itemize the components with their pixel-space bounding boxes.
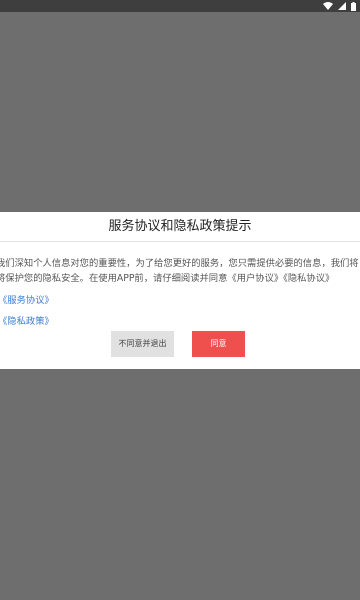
privacy-dialog: 服务协议和隐私政策提示 我们深知个人信息对您的重要性，为了给您更好的服务，您只需… xyxy=(0,212,360,369)
body-line-1: 我们深知个人信息对您的重要性，为了给您更好的服务，您只需提供必要的信息，我们将 xyxy=(0,258,359,269)
body-line-2: 将保护您的隐私安全。在使用APP前，请仔细阅读并同意《用户协议》《隐私协议》 xyxy=(0,273,335,284)
agree-button[interactable]: 同意 xyxy=(192,331,245,357)
dialog-title: 服务协议和隐私政策提示 xyxy=(108,219,252,234)
service-agreement-link[interactable]: 《服务协议》 xyxy=(0,294,54,308)
status-bar xyxy=(0,0,360,12)
dialog-body-text: 我们深知个人信息对您的重要性，为了给您更好的服务，您只需提供必要的信息，我们将 … xyxy=(0,256,360,286)
disagree-exit-button[interactable]: 不同意并退出 xyxy=(111,331,174,357)
privacy-policy-link[interactable]: 《隐私政策》 xyxy=(0,315,54,329)
title-divider xyxy=(0,241,360,242)
wifi-icon xyxy=(323,2,333,10)
status-icons xyxy=(323,0,356,12)
battery-icon xyxy=(351,1,356,11)
signal-icon xyxy=(338,2,346,10)
